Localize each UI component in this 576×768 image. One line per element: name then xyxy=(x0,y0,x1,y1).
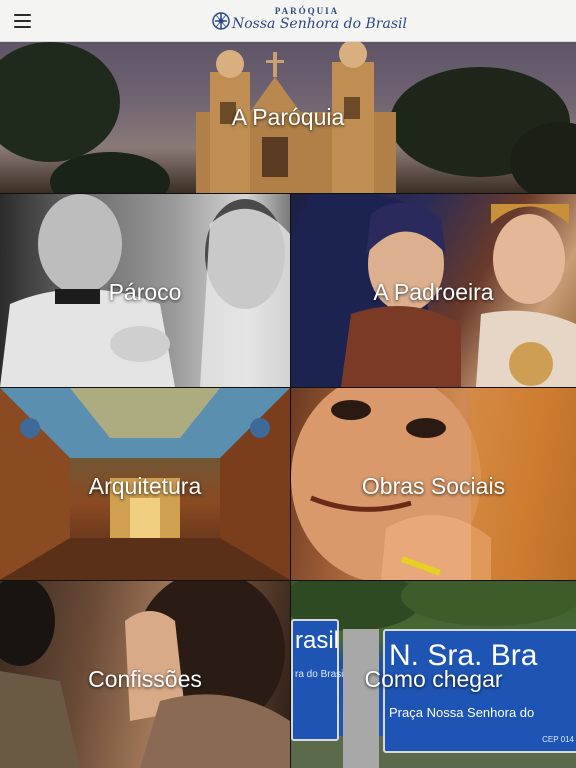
tile-label: Como chegar xyxy=(364,666,503,692)
logo-main-text: Nossa Senhora do Brasil xyxy=(232,16,407,32)
tile-label: Pároco xyxy=(108,279,182,305)
tile-como-chegar[interactable]: rasil ra do Brasil N. Sra. Bra Praça Nos… xyxy=(291,581,576,768)
logo-top-text: PARÓQUIA xyxy=(274,6,340,16)
tile-label: A Paróquia xyxy=(231,104,345,130)
hamburger-menu-icon[interactable] xyxy=(10,10,34,32)
app-header: PARÓQUIA Nossa Senhora do Brasil xyxy=(0,0,576,42)
tile-obras-sociais[interactable]: Obras Sociais xyxy=(291,388,576,580)
sign-post xyxy=(343,629,379,768)
sign-left-text: rasil xyxy=(295,627,340,654)
tile-label: Obras Sociais xyxy=(361,473,506,499)
parish-emblem-icon xyxy=(212,12,230,30)
sign-sub-text: Praça Nossa Senhora do xyxy=(389,705,535,720)
sign-cep: CEP 014 xyxy=(542,735,574,744)
tile-paroco[interactable]: Pároco xyxy=(0,194,290,387)
tile-label: Confissões xyxy=(88,666,202,692)
tile-a-paroquia[interactable]: A Paróquia xyxy=(0,42,576,193)
tile-label: A Padroeira xyxy=(373,279,494,305)
parish-logo[interactable]: PARÓQUIA Nossa Senhora do Brasil xyxy=(210,5,407,37)
tile-label: Arquitetura xyxy=(88,473,202,499)
tile-arquitetura[interactable]: Arquitetura xyxy=(0,388,290,580)
tile-confissoes[interactable]: Confissões xyxy=(0,581,290,768)
tile-a-padroeira[interactable]: A Padroeira xyxy=(291,194,576,387)
